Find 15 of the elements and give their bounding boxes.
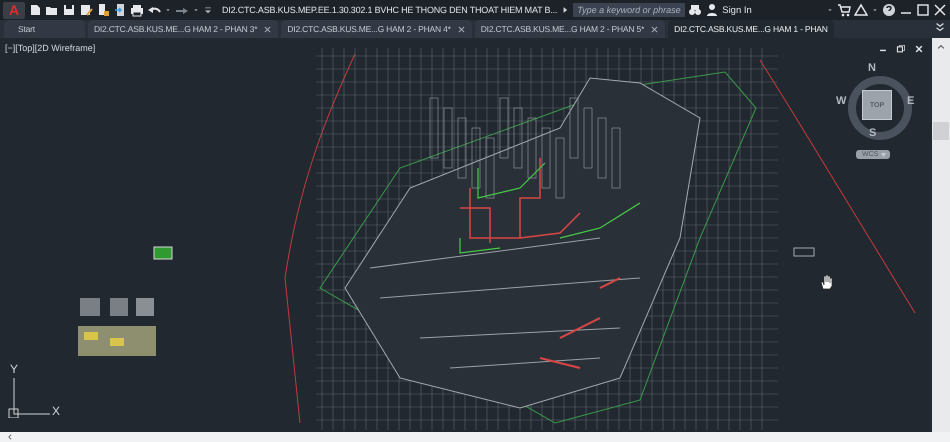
viewport-label[interactable]: [−][Top][2D Wireframe]: [5, 43, 96, 53]
north-label[interactable]: N: [868, 62, 876, 74]
file-tab[interactable]: DI2.CTC.ASB.KUS.ME...G HAM 2 - PHAN 4*: [281, 20, 472, 38]
y-axis-label: Y: [10, 362, 18, 376]
file-tab[interactable]: DI2.CTC.ASB.KUS.ME...G HAM 1 - PHAN: [668, 20, 834, 38]
west-label[interactable]: W: [836, 95, 846, 107]
search-field[interactable]: Type a keyword or phrase: [573, 3, 686, 17]
x-axis-label: X: [52, 404, 60, 418]
file-tab[interactable]: DI2.CTC.ASB.KUS.ME...G HAM 2 - PHAN 5*: [474, 20, 666, 38]
file-tab[interactable]: DI2.CTC.ASB.KUS.ME...G HAM 2 - PHAN 3*: [88, 20, 278, 38]
sign-in-link[interactable]: Sign In: [722, 4, 752, 16]
window-title: DI2.CTC.ASB.KUS.MEP.EE.1.30.302.1 BVHC HE THONG DEN THOAT HIEM MAT B...: [222, 5, 558, 15]
file-tab[interactable]: Start: [4, 20, 85, 38]
east-label[interactable]: E: [907, 95, 914, 107]
south-label[interactable]: S: [869, 127, 876, 139]
